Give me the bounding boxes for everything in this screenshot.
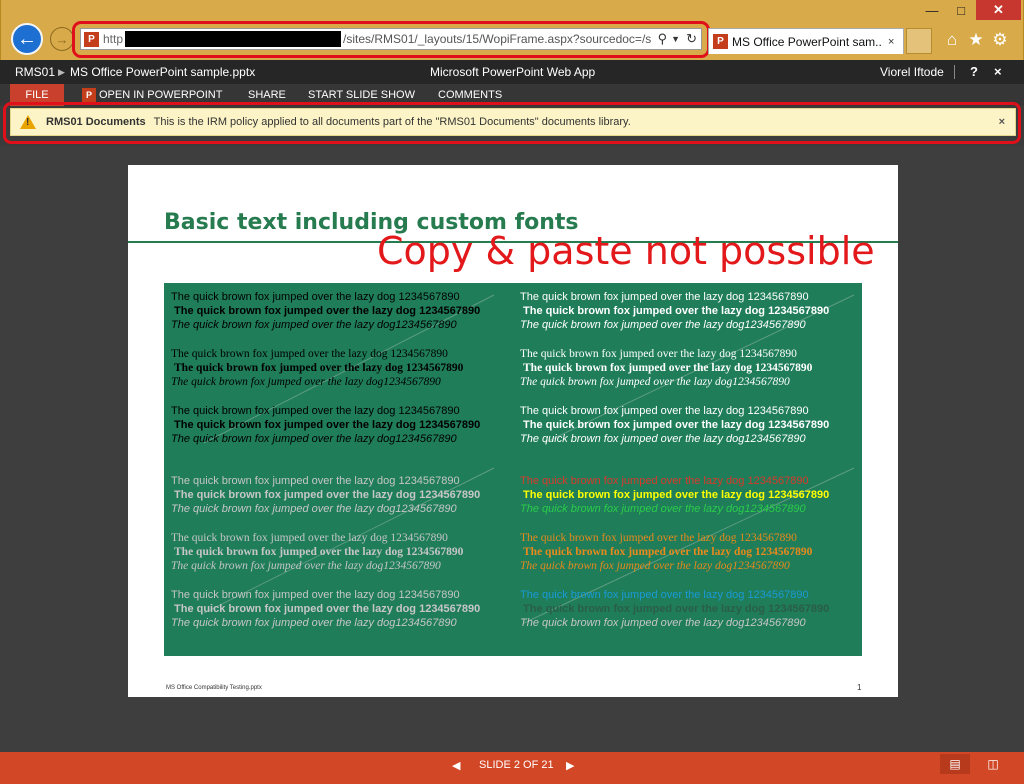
slideshow-view-icon[interactable]: ◫: [978, 754, 1008, 774]
info-bar-highlight-outline: [3, 102, 1021, 144]
sample-text-line: The quick brown fox jumped over the lazy…: [171, 348, 448, 360]
slide-counter: SLIDE 2 OF 21: [479, 759, 554, 771]
breadcrumb-separator-icon: ▶: [58, 67, 65, 77]
window-close-icon[interactable]: ✕: [976, 0, 1021, 20]
gear-icon[interactable]: ⚙: [990, 30, 1010, 50]
sample-text-line: The quick brown fox jumped over the lazy…: [520, 503, 806, 515]
user-name[interactable]: Viorel Iftode: [880, 60, 944, 84]
sample-text-line: The quick brown fox jumped over the lazy…: [520, 617, 806, 629]
sample-text-line: The quick brown fox jumped over the lazy…: [523, 419, 830, 431]
sample-text-line: The quick brown fox jumped over the lazy…: [520, 291, 809, 303]
sample-text-line: The quick brown fox jumped over the lazy…: [174, 489, 481, 501]
breadcrumb-root[interactable]: RMS01: [15, 60, 55, 84]
sample-text-line: The quick brown fox jumped over the lazy…: [174, 603, 481, 615]
sample-text-line: The quick brown fox jumped over the lazy…: [171, 503, 457, 515]
sample-text-line: The quick brown fox jumped over the lazy…: [520, 405, 809, 417]
sample-text-line: The quick brown fox jumped over the lazy…: [171, 560, 441, 572]
sample-text-line: The quick brown fox jumped over the lazy…: [171, 319, 457, 331]
sample-text-line: The quick brown fox jumped over the lazy…: [171, 532, 448, 544]
sample-text-line: The quick brown fox jumped over the lazy…: [520, 376, 790, 388]
forward-arrow-icon[interactable]: →: [50, 27, 74, 51]
new-tab-button[interactable]: [906, 28, 932, 54]
help-button[interactable]: ?: [970, 60, 978, 84]
back-arrow-icon[interactable]: ←: [11, 23, 43, 55]
tab-title: MS Office PowerPoint sam...: [732, 34, 882, 49]
tab-close-icon[interactable]: ×: [888, 36, 894, 48]
sample-text-line: The quick brown fox jumped over the lazy…: [523, 362, 813, 374]
powerpoint-icon: P: [713, 34, 728, 49]
sample-text-line: The quick brown fox jumped over the lazy…: [520, 560, 790, 572]
sample-text-line: The quick brown fox jumped over the lazy…: [523, 489, 830, 501]
sample-text-line: The quick brown fox jumped over the lazy…: [171, 433, 457, 445]
sample-text-line: The quick brown fox jumped over the lazy…: [520, 319, 806, 331]
sample-text-line: The quick brown fox jumped over the lazy…: [174, 362, 464, 374]
annotation-text: Copy & paste not possible: [377, 229, 875, 273]
slide-footer: MS Office Compatibility Testing.pptx: [166, 685, 262, 691]
sample-text-line: The quick brown fox jumped over the lazy…: [174, 305, 481, 317]
sample-text-line: The quick brown fox jumped over the lazy…: [523, 603, 830, 615]
home-icon[interactable]: ⌂: [942, 30, 962, 50]
sample-text-line: The quick brown fox jumped over the lazy…: [171, 617, 457, 629]
sample-text-line: The quick brown fox jumped over the lazy…: [171, 291, 460, 303]
sample-text-line: The quick brown fox jumped over the lazy…: [171, 475, 460, 487]
browser-tab[interactable]: P MS Office PowerPoint sam... ×: [708, 28, 904, 54]
sample-text-line: The quick brown fox jumped over the lazy…: [523, 305, 830, 317]
reading-view-icon[interactable]: ▤: [940, 754, 970, 774]
star-icon[interactable]: ★: [966, 30, 986, 50]
sample-text-line: The quick brown fox jumped over the lazy…: [520, 532, 797, 544]
sample-text-block: The quick brown fox jumped over the lazy…: [164, 283, 862, 656]
sample-text-line: The quick brown fox jumped over the lazy…: [171, 376, 441, 388]
sample-text-line: The quick brown fox jumped over the lazy…: [174, 419, 481, 431]
sample-text-line: The quick brown fox jumped over the lazy…: [174, 546, 464, 558]
app-title: Microsoft PowerPoint Web App: [430, 65, 596, 79]
sample-text-line: The quick brown fox jumped over the lazy…: [171, 405, 460, 417]
sample-text-line: The quick brown fox jumped over the lazy…: [520, 589, 809, 601]
minimize-icon[interactable]: —: [918, 0, 946, 20]
sample-text-line: The quick brown fox jumped over the lazy…: [171, 589, 460, 601]
powerpoint-icon: P: [82, 88, 96, 102]
slide-number: 1: [857, 683, 862, 692]
previous-slide-button[interactable]: ◀: [452, 759, 460, 772]
sample-text-line: The quick brown fox jumped over the lazy…: [520, 348, 797, 360]
breadcrumb-file: MS Office PowerPoint sample.pptx: [70, 65, 256, 79]
address-highlight-outline: [72, 21, 710, 58]
maximize-icon[interactable]: □: [947, 0, 975, 20]
sample-text-line: The quick brown fox jumped over the lazy…: [520, 475, 809, 487]
next-slide-button[interactable]: ▶: [566, 759, 574, 772]
sample-text-line: The quick brown fox jumped over the lazy…: [520, 433, 806, 445]
divider: [954, 65, 955, 79]
close-app-button[interactable]: ×: [994, 60, 1002, 84]
sample-text-line: The quick brown fox jumped over the lazy…: [523, 546, 813, 558]
